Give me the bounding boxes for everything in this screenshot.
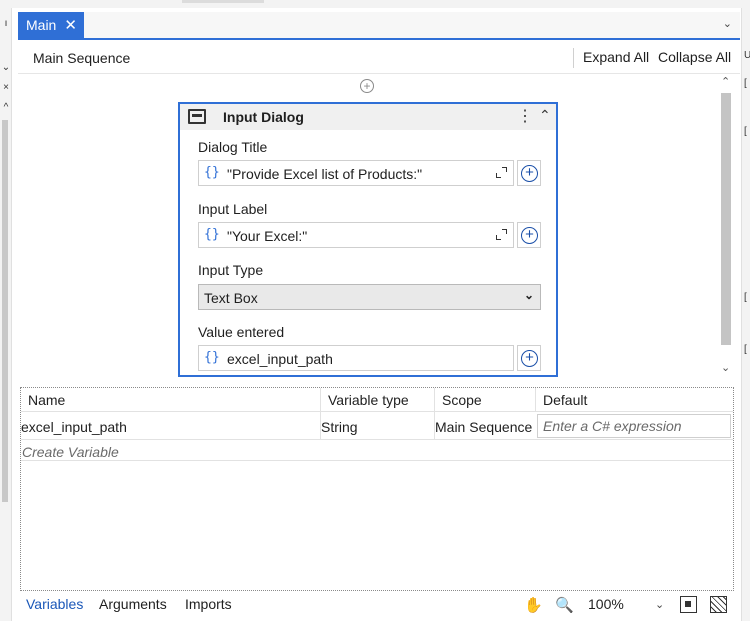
activity-title: Input Dialog xyxy=(223,109,304,125)
rail-marker-icon: [ xyxy=(744,292,747,303)
value-entered-value: excel_input_path xyxy=(227,351,333,367)
create-variable-button[interactable]: Create Variable xyxy=(22,444,119,460)
rail-close-icon[interactable]: × xyxy=(0,82,12,93)
input-label-plus-button[interactable]: + xyxy=(517,222,541,248)
designer-bottom-bar: Variables Arguments Imports ✋ 🔍 100% ⌄ xyxy=(18,593,740,619)
chevron-down-icon[interactable]: ⌄ xyxy=(723,17,732,30)
chevron-down-icon[interactable]: ⌄ xyxy=(655,598,664,611)
tab-hint xyxy=(182,0,264,3)
dialog-window-icon xyxy=(188,109,206,124)
variable-scope-cell[interactable]: Main Sequence xyxy=(435,412,532,440)
zoom-level[interactable]: 100% xyxy=(588,596,624,612)
zoom-magnifier-icon[interactable]: 🔍 xyxy=(555,596,574,614)
close-icon[interactable]: ✕ xyxy=(64,18,77,33)
header-divider xyxy=(573,48,574,68)
value-entered-label: Value entered xyxy=(198,324,285,340)
rail-marker-icon: ı xyxy=(4,18,8,29)
dialog-title-plus-button[interactable]: + xyxy=(517,160,541,186)
value-entered-field[interactable]: {} excel_input_path xyxy=(198,345,514,371)
designer-canvas[interactable]: + Input Dialog ⋮ ⌃ Dialog Title {} "Prov… xyxy=(18,75,740,385)
right-panel-rail: U [ [ [ [ xyxy=(741,8,750,621)
collapse-all-button[interactable]: Collapse All xyxy=(658,49,731,65)
add-activity-icon[interactable]: + xyxy=(360,79,374,93)
input-label-field[interactable]: {} "Your Excel:" xyxy=(198,222,514,248)
fit-to-screen-icon[interactable] xyxy=(680,596,697,613)
input-label-label: Input Label xyxy=(198,201,268,217)
input-dialog-activity[interactable]: Input Dialog ⋮ ⌃ Dialog Title {} "Provid… xyxy=(178,102,558,377)
variable-name-cell[interactable]: excel_input_path xyxy=(21,412,127,440)
collapse-activity-icon[interactable]: ⌃ xyxy=(539,107,551,124)
variables-table-header: Name Variable type Scope Default xyxy=(21,388,733,412)
scrollbar-thumb[interactable] xyxy=(721,93,731,345)
scroll-down-icon[interactable]: ⌄ xyxy=(721,361,730,374)
value-entered-plus-button[interactable]: + xyxy=(517,345,541,371)
page-title: Main Sequence xyxy=(33,50,131,66)
chevron-down-icon: ⌄ xyxy=(523,288,534,302)
column-header-default[interactable]: Default xyxy=(535,388,733,412)
expand-editor-icon[interactable] xyxy=(496,167,507,178)
input-type-label: Input Type xyxy=(198,262,264,278)
dialog-title-label: Dialog Title xyxy=(198,139,268,155)
hand-pan-icon[interactable]: ✋ xyxy=(524,596,543,614)
column-header-variable-type[interactable]: Variable type xyxy=(320,388,434,412)
expression-icon: {} xyxy=(204,227,220,242)
default-expression-input[interactable]: Enter a C# expression xyxy=(537,414,731,438)
plus-circle-icon: + xyxy=(521,227,538,244)
more-options-icon[interactable]: ⋮ xyxy=(517,106,533,126)
column-header-scope[interactable]: Scope xyxy=(434,388,535,412)
column-header-name[interactable]: Name xyxy=(21,388,320,412)
rail-marker-icon: [ xyxy=(744,78,747,89)
dialog-title-value: "Provide Excel list of Products:" xyxy=(227,166,423,182)
top-strip xyxy=(0,0,750,8)
activity-header[interactable]: Input Dialog ⋮ ⌃ xyxy=(180,104,556,130)
rail-scrollbar[interactable] xyxy=(2,120,8,502)
left-panel-rail: ı ⌄ × ^ xyxy=(0,8,12,621)
row-divider xyxy=(21,460,733,461)
tab-arguments[interactable]: Arguments xyxy=(99,596,167,612)
rail-marker-icon: [ xyxy=(744,126,747,137)
plus-circle-icon: + xyxy=(521,350,538,367)
rail-marker-icon: U xyxy=(744,50,750,61)
rail-up-icon[interactable]: ^ xyxy=(0,102,12,113)
sequence-header: Main Sequence Expand All Collapse All xyxy=(18,42,740,74)
input-type-value: Text Box xyxy=(204,290,258,306)
plus-circle-icon: + xyxy=(521,165,538,182)
overview-map-icon[interactable] xyxy=(710,596,727,613)
expand-all-button[interactable]: Expand All xyxy=(583,49,649,65)
input-type-select[interactable]: Text Box ⌄ xyxy=(198,284,541,310)
expression-icon: {} xyxy=(204,165,220,180)
table-row[interactable]: excel_input_path String Main Sequence En… xyxy=(21,412,733,440)
canvas-scrollbar[interactable]: ⌃ ⌄ xyxy=(719,75,733,381)
variable-type-cell[interactable]: String xyxy=(321,412,358,440)
tab-variables[interactable]: Variables xyxy=(26,596,83,612)
rail-marker-icon: [ xyxy=(744,344,747,355)
scroll-up-icon[interactable]: ⌃ xyxy=(721,75,730,88)
expand-editor-icon[interactable] xyxy=(496,229,507,240)
tab-main-label: Main xyxy=(26,17,57,33)
rail-scroll-icon: ⌄ xyxy=(1,62,11,73)
tab-imports[interactable]: Imports xyxy=(185,596,232,612)
dialog-title-field[interactable]: {} "Provide Excel list of Products:" xyxy=(198,160,514,186)
document-tab-bar: Main ✕ ⌄ xyxy=(18,12,740,40)
variables-panel: Name Variable type Scope Default excel_i… xyxy=(20,387,734,591)
expression-icon: {} xyxy=(204,350,220,365)
input-label-value: "Your Excel:" xyxy=(227,228,308,244)
tab-main[interactable]: Main ✕ xyxy=(18,12,84,38)
